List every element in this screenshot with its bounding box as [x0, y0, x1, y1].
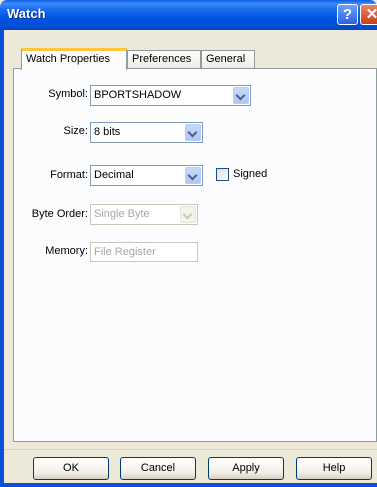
- window-frame-bottom: [0, 483, 377, 487]
- cancel-button[interactable]: Cancel: [120, 457, 196, 480]
- memory-label: Memory:: [45, 245, 88, 257]
- symbol-dropdown[interactable]: BPORTSHADOW: [90, 85, 251, 106]
- footer-divider: [4, 449, 377, 450]
- chevron-down-icon[interactable]: [233, 87, 249, 104]
- format-label: Format:: [50, 169, 88, 181]
- memory-field: File Register: [90, 242, 198, 262]
- byte-order-label: Byte Order:: [31, 208, 88, 220]
- format-dropdown[interactable]: Decimal: [90, 165, 203, 186]
- tab-preferences[interactable]: Preferences: [127, 50, 201, 69]
- window-frame-left: [0, 30, 4, 487]
- size-value: 8 bits: [94, 126, 121, 138]
- format-value: Decimal: [94, 169, 134, 181]
- help-button[interactable]: Help: [296, 457, 372, 480]
- apply-button[interactable]: Apply: [208, 457, 284, 480]
- symbol-label: Symbol:: [48, 88, 88, 100]
- close-icon[interactable]: ✕: [360, 4, 377, 25]
- window-title: Watch: [7, 6, 46, 21]
- ok-button[interactable]: OK: [33, 457, 109, 480]
- signed-checkbox[interactable]: [216, 168, 229, 181]
- tab-general[interactable]: General: [201, 50, 255, 69]
- signed-label: Signed: [233, 168, 268, 180]
- byte-order-value: Single Byte: [94, 208, 150, 220]
- memory-value: File Register: [94, 246, 156, 258]
- chevron-down-icon[interactable]: [185, 124, 201, 141]
- size-dropdown[interactable]: 8 bits: [90, 122, 203, 143]
- size-label: Size:: [63, 125, 88, 137]
- help-icon[interactable]: ?: [337, 4, 358, 25]
- symbol-value: BPORTSHADOW: [94, 89, 182, 101]
- title-bar[interactable]: Watch ? ✕: [0, 0, 377, 30]
- chevron-down-icon[interactable]: [185, 167, 201, 184]
- chevron-down-icon: [180, 206, 196, 223]
- byte-order-dropdown: Single Byte: [90, 204, 198, 225]
- tab-watch-properties[interactable]: Watch Properties: [21, 48, 127, 70]
